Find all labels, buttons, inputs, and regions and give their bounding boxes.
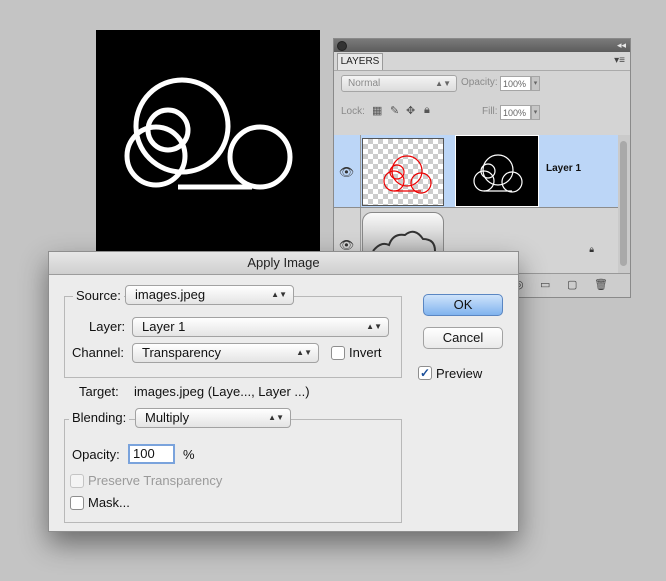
lock-position-icon[interactable]: ✥: [406, 104, 415, 117]
panel-menu-icon[interactable]: ▾≡: [614, 55, 625, 66]
new-layer-icon[interactable]: ▢: [567, 278, 577, 291]
stepper-icon: ▲▼: [271, 290, 287, 299]
dialog-title: Apply Image: [49, 252, 518, 275]
layer-select[interactable]: Layer 1 ▲▼: [132, 317, 389, 337]
blending-value: Multiply: [145, 410, 190, 425]
stepper-icon: ▲▼: [268, 413, 284, 422]
folder-icon[interactable]: ▭: [540, 278, 550, 291]
preview-checkbox[interactable]: ✓: [418, 366, 432, 380]
collapse-icon[interactable]: ◂◂: [617, 39, 626, 52]
eye-icon[interactable]: 👁︎: [339, 165, 354, 179]
invert-label: Invert: [349, 345, 382, 360]
apply-image-dialog: Apply Image Source: images.jpeg ▲▼ Layer…: [48, 251, 519, 532]
layer-label: Layer:: [89, 319, 126, 334]
source-label: Source:: [73, 288, 124, 304]
layer-name[interactable]: Layer 1: [546, 163, 581, 174]
opacity-label: Opacity:: [72, 447, 120, 462]
target-value: images.jpeg (Laye..., Layer ...): [134, 384, 310, 399]
blend-mode-select[interactable]: Normal ▲▼: [341, 75, 457, 92]
channel-select[interactable]: Transparency ▲▼: [132, 343, 319, 363]
preserve-transparency-checkbox[interactable]: [70, 474, 84, 488]
document-canvas[interactable]: [96, 30, 320, 258]
panel-scrollbar[interactable]: [620, 141, 627, 266]
target-label: Target:: [79, 384, 119, 399]
preview-label: Preview: [436, 366, 483, 381]
opacity-slider-icon[interactable]: ▾: [531, 76, 540, 91]
source-group: [64, 296, 402, 378]
stepper-icon: ▲▼: [435, 79, 451, 88]
tab-layers[interactable]: LAYERS: [337, 53, 383, 70]
cancel-button[interactable]: Cancel: [423, 327, 503, 349]
blend-mode-value: Normal: [348, 78, 381, 89]
layer-thumbnail: [362, 138, 444, 206]
lock-all-icon[interactable]: 🔒︎: [424, 104, 430, 117]
channel-label: Channel:: [72, 345, 125, 360]
stepper-icon: ▲▼: [366, 322, 382, 331]
lock-icon: 🔒︎: [589, 244, 594, 254]
layer-value: Layer 1: [142, 319, 186, 334]
trash-icon[interactable]: 🗑︎: [594, 278, 608, 291]
ok-button[interactable]: OK: [423, 294, 503, 316]
lock-transparent-icon[interactable]: ▦: [372, 104, 382, 117]
channel-value: Transparency: [142, 345, 221, 360]
blending-select[interactable]: Multiply ▲▼: [135, 408, 291, 428]
fill-slider-icon[interactable]: ▾: [531, 105, 540, 120]
layer-options-bar: Normal ▲▼ Opacity: 100% ▾ Lock: ▦ ✎ ✥ 🔒︎…: [334, 70, 630, 136]
blending-label: Blending:: [69, 410, 130, 426]
stepper-icon: ▲▼: [296, 348, 312, 357]
cloud-artwork: [124, 77, 293, 190]
eye-icon[interactable]: 👁︎: [339, 238, 354, 252]
layer-opacity-field[interactable]: 100%: [500, 76, 531, 91]
opacity-field[interactable]: 100: [128, 444, 175, 464]
preserve-transparency-label: Preserve Transparency: [88, 473, 223, 488]
layer-row-selected[interactable]: 👁︎ Layer 1: [334, 135, 618, 208]
invert-checkbox[interactable]: [331, 346, 345, 360]
source-select[interactable]: images.jpeg ▲▼: [125, 285, 294, 305]
close-icon[interactable]: [337, 41, 347, 51]
mask-label: Mask...: [88, 495, 130, 510]
fill-label: Fill:: [482, 106, 498, 117]
lock-image-icon[interactable]: ✎: [390, 104, 399, 117]
panel-titlebar[interactable]: ◂◂: [334, 39, 630, 52]
fill-field[interactable]: 100%: [500, 105, 531, 120]
visibility-cell[interactable]: 👁︎: [334, 135, 361, 207]
source-value: images.jpeg: [135, 287, 206, 302]
layer-mask-thumbnail[interactable]: [455, 135, 539, 207]
opacity-label: Opacity:: [461, 77, 498, 88]
lock-label: Lock:: [341, 106, 365, 117]
mask-checkbox[interactable]: [70, 496, 84, 510]
opacity-unit: %: [183, 447, 195, 462]
